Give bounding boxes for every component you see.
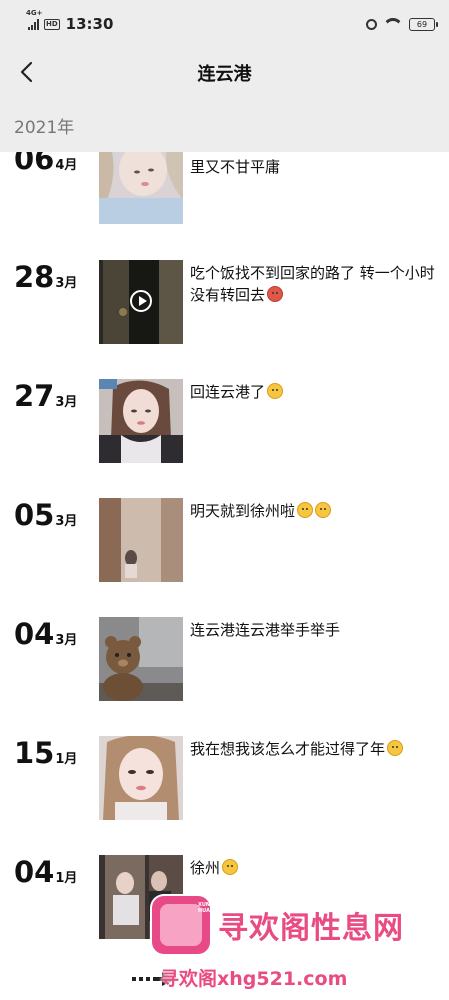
network-type: 4G+ [26, 9, 43, 17]
status-bar: 4G+ HD 13:30 69 [0, 0, 449, 48]
year-header: 2021年 [0, 98, 449, 152]
post-thumbnail[interactable] [99, 379, 183, 463]
smiling-face-icon [267, 383, 284, 399]
chevron-left-icon [20, 61, 33, 83]
post-item[interactable]: 27 3月 回连云港了 [0, 379, 449, 463]
photo-girl-selfie [99, 379, 183, 463]
post-month: 3月 [55, 514, 78, 529]
post-day: 04 [14, 617, 55, 651]
post-item[interactable]: 15 1月 我在想我该怎么才能过得了年 [0, 736, 449, 820]
watermark-url: 寻欢阁xhg521.com [160, 968, 348, 990]
photo-girl-closeup [99, 736, 183, 820]
play-icon[interactable] [130, 290, 152, 312]
wifi-icon [385, 18, 401, 30]
hd-badge: HD [44, 18, 60, 30]
post-item[interactable]: 06 4月 这个年纪的我们,内心渴望安稳，骨子里又不甘平庸 [0, 152, 449, 226]
year-label: 2021年 [14, 117, 75, 138]
post-date: 28 3月 [14, 260, 77, 294]
watermark-logo: XUN HUAN [152, 896, 214, 954]
battery-level: 69 [416, 19, 428, 29]
photo-girl-portrait [99, 152, 183, 224]
post-thumbnail[interactable] [99, 152, 183, 224]
post-month: 3月 [55, 276, 78, 291]
post-day: 04 [14, 855, 55, 889]
post-day: 15 [14, 736, 55, 770]
back-button[interactable] [14, 58, 42, 86]
smirk-face-icon [222, 859, 239, 875]
post-month: 1月 [55, 871, 78, 886]
post-month: 1月 [55, 752, 78, 767]
post-date: 27 3月 [14, 379, 77, 413]
post-text[interactable]: 徐州 [190, 857, 435, 879]
post-date: 15 1月 [14, 736, 77, 770]
worried-face-icon [387, 740, 404, 756]
post-day: 06 [14, 152, 55, 176]
post-text[interactable]: 明天就到徐州啦 [190, 500, 435, 522]
photo-teddy-bear [99, 617, 183, 701]
photo-room-mirror [99, 498, 183, 582]
status-time: 13:30 [65, 15, 114, 33]
page-title: 连云港 [197, 64, 252, 85]
post-text[interactable]: 吃个饭找不到回家的路了 转一个小时没有转回去 [190, 262, 435, 306]
post-video-thumbnail[interactable] [99, 260, 183, 344]
post-thumbnail[interactable] [99, 736, 183, 820]
post-text[interactable]: 回连云港了 [190, 381, 435, 403]
post-text[interactable]: 我在想我该怎么才能过得了年 [190, 738, 435, 760]
post-item[interactable]: 28 3月 吃个饭找不到回家的路了 转一个小时没有转回去 [0, 260, 449, 344]
post-date: 06 4月 [14, 152, 77, 176]
post-month: 3月 [55, 633, 78, 648]
post-date: 05 3月 [14, 498, 77, 532]
post-day: 27 [14, 379, 55, 413]
post-item[interactable]: 04 3月 连云港连云港举手举手 [0, 617, 449, 701]
post-month: 4月 [55, 158, 78, 173]
post-date: 04 3月 [14, 617, 77, 651]
post-day: 28 [14, 260, 55, 294]
post-text[interactable]: 这个年纪的我们,内心渴望安稳，骨子里又不甘平庸 [190, 152, 435, 178]
post-month: 3月 [55, 395, 78, 410]
battery-icon: 69 [409, 17, 438, 31]
post-date: 04 1月 [14, 855, 77, 889]
post-item[interactable]: 05 3月 明天就到徐州啦 [0, 498, 449, 582]
post-thumbnail[interactable] [99, 498, 183, 582]
watermark: XUN HUAN 寻欢阁性息网 [152, 895, 442, 955]
smirk-face-icon [315, 502, 332, 518]
moments-list[interactable]: 06 4月 这个年纪的我们,内心渴望安稳，骨子里又不甘平庸 28 3月 [0, 152, 449, 1000]
post-day: 05 [14, 498, 55, 532]
signal-icon: 4G+ [26, 9, 42, 30]
alarm-icon [366, 18, 377, 30]
watermark-title: 寻欢阁性息网 [218, 911, 404, 946]
angry-face-icon [267, 286, 284, 302]
post-text[interactable]: 连云港连云港举手举手 [190, 619, 435, 641]
smirk-face-icon [297, 502, 314, 518]
nav-bar: 连云港 [0, 48, 449, 98]
post-thumbnail[interactable] [99, 617, 183, 701]
